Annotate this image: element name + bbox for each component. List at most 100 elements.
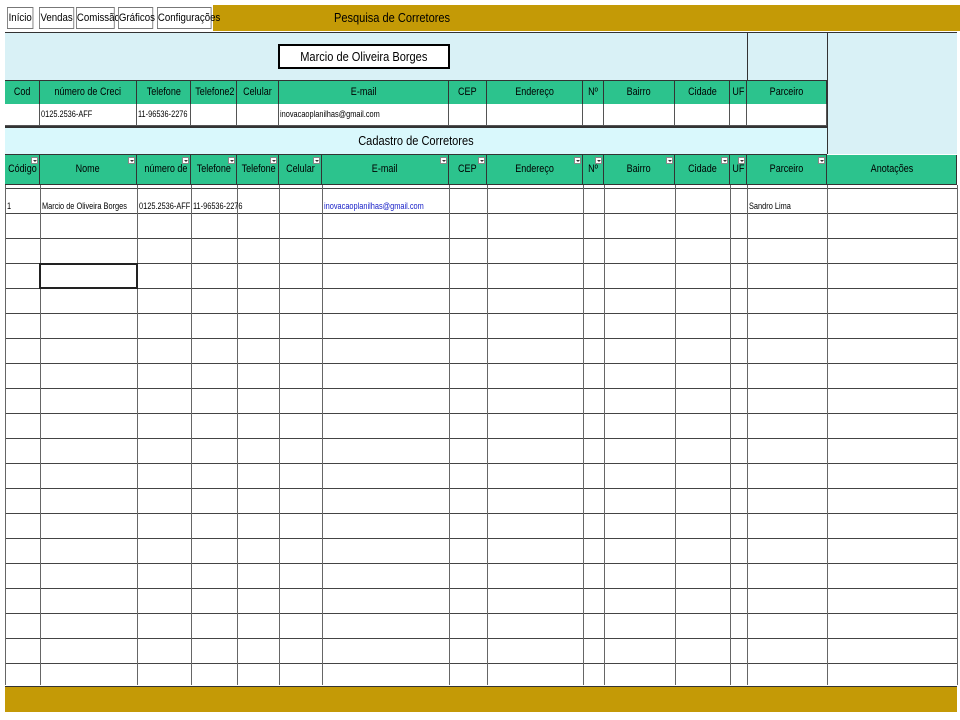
search-result-value: 0125.2536-AFF (41, 109, 93, 119)
table-row (5, 438, 957, 439)
selected-broker-name-box[interactable]: Marcio de Oliveira Borges (278, 44, 450, 69)
search-header-cidade: Cidade (675, 81, 730, 105)
register-title: Cadastro de Corretores (358, 133, 474, 148)
column-divider (279, 185, 280, 685)
table-row (5, 563, 957, 564)
column-divider (322, 185, 323, 685)
nav-configuracoes-button[interactable]: Configurações (157, 7, 220, 29)
column-divider (730, 185, 731, 685)
table-row (5, 363, 957, 364)
search-header-label: Cod (13, 86, 31, 98)
nav-inicio-button[interactable]: Início (7, 7, 34, 29)
column-divider (137, 185, 138, 685)
column-divider (747, 185, 748, 685)
column-divider (237, 185, 238, 685)
search-header-label: CEP (458, 86, 477, 98)
search-header-row: Cod número de Creci Telefone Telefone2 Celul… (5, 80, 827, 105)
search-result-cell[interactable]: 11-96536-2276 (137, 104, 191, 126)
table-cell: Sandro Lima (749, 201, 791, 211)
table-row (5, 388, 957, 389)
table-cell: Marcio de Oliveira Borges (42, 201, 127, 211)
column-divider (191, 185, 192, 685)
search-header-endereco: Endereço (487, 81, 583, 105)
search-header-label: Bairro (626, 86, 652, 98)
search-panel: Marcio de Oliveira Borges Cod número de C… (5, 32, 827, 155)
search-header-label: Parceiro (769, 86, 804, 98)
table-row (5, 538, 957, 539)
search-header-cep: CEP (449, 81, 487, 105)
column-divider (5, 185, 6, 685)
search-result-cell[interactable] (675, 104, 730, 126)
search-result-cell[interactable] (5, 104, 40, 126)
table-row (5, 588, 957, 589)
table-row (5, 638, 957, 639)
selected-cell[interactable] (39, 263, 138, 289)
search-header-numero-de-creci: número de Creci (40, 81, 137, 105)
table-row (5, 613, 957, 614)
page-title: Pesquisa de Corretores (334, 10, 451, 25)
table-row (5, 238, 957, 239)
search-header-telefone: Telefone (137, 81, 191, 105)
table-row (5, 288, 957, 289)
column-divider (449, 185, 450, 685)
search-header-n: Nº (583, 81, 604, 105)
search-header-label: UF (731, 86, 745, 98)
table-row (5, 488, 957, 489)
search-result-cell[interactable] (191, 104, 237, 126)
search-result-cell[interactable] (730, 104, 747, 126)
search-header-label: Celular (243, 86, 272, 98)
table-row (5, 188, 957, 189)
title-strip (213, 5, 960, 31)
search-header-label: Telefone2 (195, 86, 235, 98)
table-cell: 1 (7, 201, 12, 211)
column-divider (957, 185, 958, 685)
table-row (5, 263, 957, 264)
search-result-row: 0125.2536-AFF 11-96536-2276 inovacaoplanil… (5, 104, 827, 126)
table-row (5, 663, 957, 664)
table-row (5, 213, 957, 214)
search-header-parceiro: Parceiro (747, 81, 827, 105)
search-result-cell[interactable] (487, 104, 583, 126)
column-divider (40, 185, 41, 685)
column-divider (827, 185, 828, 685)
table-row (5, 313, 957, 314)
nav-vendas-button[interactable]: Vendas (39, 7, 75, 29)
panel-divider (747, 33, 748, 81)
table-cell: 11-96536-2276 (193, 201, 243, 211)
top-menu-bar: Início Vendas Comissão Gráficos Configur… (0, 0, 960, 32)
table-row (5, 513, 957, 514)
nav-graficos-button[interactable]: Gráficos (118, 7, 155, 29)
register-title-bar: Cadastro de Corretores (5, 126, 827, 155)
side-panel (827, 32, 957, 154)
search-header-label: número de Creci (54, 86, 122, 98)
table-cell: 0125.2536-AFF (139, 201, 191, 211)
selected-broker-name: Marcio de Oliveira Borges (300, 49, 428, 64)
search-result-value: 11-96536-2276 (138, 109, 188, 119)
search-header-label: Cidade (687, 86, 717, 98)
register-table: CódigoNomenúmero de CreciTelefoneTelefon… (5, 155, 958, 685)
search-header-e-mail: E-mail (279, 81, 449, 105)
search-header-label: Telefone (146, 86, 181, 98)
nav-comissao-button[interactable]: Comissão (76, 7, 120, 29)
search-result-cell[interactable]: 0125.2536-AFF (40, 104, 137, 126)
column-divider (487, 185, 488, 685)
footer-bar (5, 686, 957, 712)
search-result-cell[interactable]: inovacaoplanilhas@gmail.com (279, 104, 449, 126)
search-result-cell[interactable] (583, 104, 604, 126)
search-result-cell[interactable] (747, 104, 827, 126)
search-result-cell[interactable] (449, 104, 487, 126)
search-result-cell[interactable] (237, 104, 279, 126)
search-header-uf: UF (730, 81, 747, 105)
table-row (5, 413, 957, 414)
column-divider (675, 185, 676, 685)
search-result-cell[interactable] (604, 104, 675, 126)
email-link[interactable]: inovacaoplanilhas@gmail.com (324, 201, 424, 211)
search-header-label: Nº (588, 86, 598, 98)
column-divider (604, 185, 605, 685)
search-header-celular: Celular (237, 81, 279, 105)
search-header-cod: Cod (5, 81, 40, 105)
column-divider (583, 185, 584, 685)
table-row (5, 338, 957, 339)
search-header-label: Endereço (515, 86, 554, 98)
search-result-value: inovacaoplanilhas@gmail.com (280, 109, 380, 119)
